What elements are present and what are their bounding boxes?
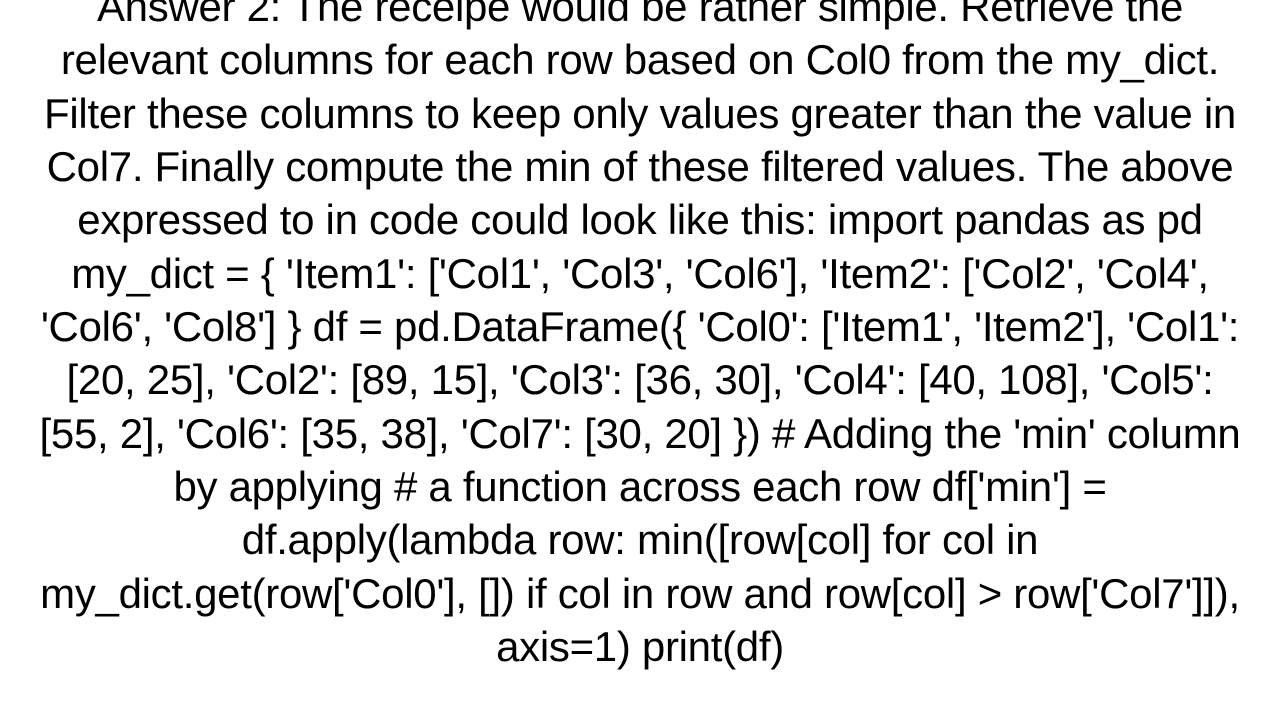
- document-content: Answer 2: The receipe would be rather si…: [0, 0, 1280, 720]
- answer-text: Answer 2: The receipe would be rather si…: [30, 0, 1250, 673]
